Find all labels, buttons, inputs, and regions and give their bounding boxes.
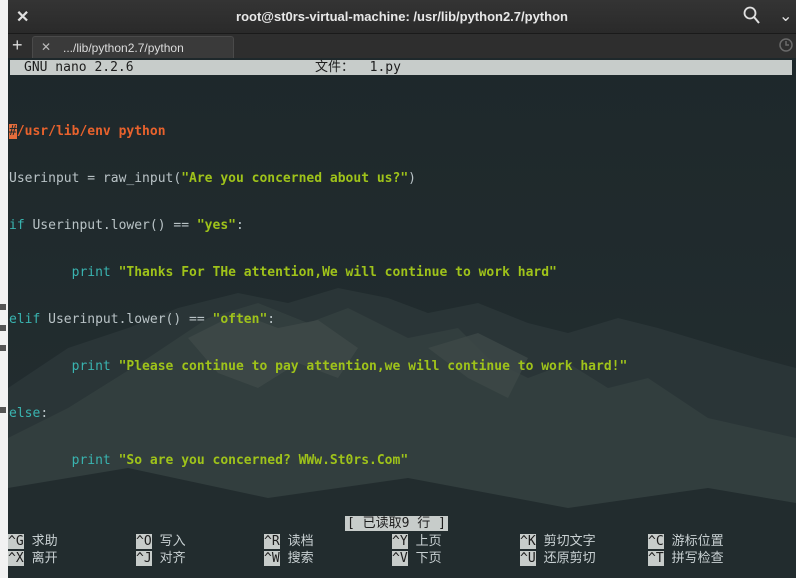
- code-token: Userinput.lower() ==: [40, 312, 213, 327]
- code-line: if Userinput.lower() == "yes":: [9, 217, 627, 234]
- shortcut-label: 读档: [287, 534, 314, 549]
- code-keyword: print: [9, 453, 119, 468]
- desktop-edge-mark: [0, 325, 6, 331]
- shortcut-item[interactable]: ^G 求助: [8, 533, 58, 550]
- tab-bar: + ✕ .../lib/python2.7/python: [8, 34, 796, 59]
- shortcut-label: 搜索: [287, 551, 314, 566]
- nano-version: GNU nano 2.2.6: [24, 60, 134, 75]
- code-line: #/usr/lib/env python: [9, 123, 627, 140]
- text-cursor: #: [9, 124, 17, 139]
- tab-label: .../lib/python2.7/python: [63, 41, 184, 55]
- search-icon[interactable]: [743, 6, 761, 26]
- shortcut-key: ^C: [648, 534, 664, 549]
- shortcut-label: 下页: [415, 551, 442, 566]
- code-line: print "Thanks For THe attention,We will …: [9, 264, 627, 281]
- shortcut-key: ^X: [8, 551, 24, 566]
- code-keyword: print: [9, 265, 119, 280]
- shortcut-label: 游标位置: [671, 534, 724, 549]
- shortcut-item[interactable]: ^K 剪切文字: [520, 533, 596, 550]
- shortcut-item[interactable]: ^J 对齐: [136, 550, 186, 567]
- nano-header: GNU nano 2.2.6 文件： 1.py: [10, 60, 792, 75]
- shortcut-key: ^W: [264, 551, 280, 566]
- code-token: Userinput = raw_input(: [9, 171, 182, 186]
- tab-python[interactable]: ✕ .../lib/python2.7/python: [32, 36, 234, 59]
- minimize-button[interactable]: ⌄: [779, 6, 792, 26]
- code-string: "Are you concerned about us?": [181, 171, 409, 186]
- shortcut-key: ^Y: [392, 534, 408, 549]
- code-line: print "So are you concerned? WWw.St0rs.C…: [9, 452, 627, 469]
- code-keyword: print: [9, 359, 119, 374]
- shortcut-key: ^K: [520, 534, 536, 549]
- nano-status-message: [ 已读取9 行 ]: [345, 516, 448, 531]
- code-line: Userinput = raw_input("Are you concerned…: [9, 170, 627, 187]
- shortcut-label: 求助: [31, 534, 58, 549]
- shortcut-item[interactable]: ^Y 上页: [392, 533, 442, 550]
- code-keyword: elif: [9, 312, 41, 327]
- nano-filename: 文件： 1.py: [315, 60, 401, 75]
- window-title: root@st0rs-virtual-machine: /usr/lib/pyt…: [236, 9, 568, 24]
- new-tab-button[interactable]: +: [12, 35, 23, 56]
- code-keyword: else: [9, 406, 41, 421]
- desktop-edge-mark: [0, 304, 6, 310]
- desktop-edge-mark: [0, 345, 6, 351]
- shortcut-item[interactable]: ^T 拼写检查: [648, 550, 724, 567]
- shortcut-key: ^R: [264, 534, 280, 549]
- shortcut-item[interactable]: ^O 写入: [136, 533, 186, 550]
- code-token: :: [267, 312, 276, 327]
- code-token: :: [40, 406, 49, 421]
- shortcut-item[interactable]: ^X 离开: [8, 550, 58, 567]
- shortcut-label: 还原剪切: [543, 551, 596, 566]
- desktop-edge-mark: [0, 407, 6, 413]
- shortcut-item[interactable]: ^U 还原剪切: [520, 550, 596, 567]
- code-string: "Thanks For THe attention,We will contin…: [118, 265, 557, 280]
- shortcut-item[interactable]: ^V 下页: [392, 550, 442, 567]
- shortcut-key: ^G: [8, 534, 24, 549]
- code-line: else:: [9, 405, 627, 422]
- shortcut-item[interactable]: ^R 读档: [264, 533, 314, 550]
- code-line: print "Please continue to pay attention,…: [9, 358, 628, 375]
- code-token: /usr/lib/env python: [16, 124, 166, 139]
- shortcut-label: 拼写检查: [671, 551, 724, 566]
- title-bar[interactable]: ✕ root@st0rs-virtual-machine: /usr/lib/p…: [8, 0, 796, 34]
- code-string: "often": [212, 312, 268, 327]
- shortcut-key: ^J: [136, 551, 152, 566]
- shortcut-key: ^O: [136, 534, 152, 549]
- shortcut-label: 上页: [415, 534, 442, 549]
- shortcut-key: ^T: [648, 551, 664, 566]
- code-string: "yes": [196, 218, 236, 233]
- code-keyword: if: [9, 218, 25, 233]
- shortcut-label: 对齐: [159, 551, 186, 566]
- shortcut-label: 剪切文字: [543, 534, 596, 549]
- code-token: ): [408, 171, 416, 186]
- shortcut-label: 离开: [31, 551, 58, 566]
- terminal-area[interactable]: GNU nano 2.2.6 文件： 1.py #/usr/lib/env py…: [8, 58, 796, 578]
- code-string: "Please continue to pay attention,we wil…: [118, 359, 628, 374]
- shortcut-item[interactable]: ^W 搜索: [264, 550, 314, 567]
- shortcut-key: ^V: [392, 551, 408, 566]
- code-line: elif Userinput.lower() == "often":: [9, 311, 627, 328]
- code-string: "So are you concerned? WWw.St0rs.Com": [118, 453, 409, 468]
- shortcut-key: ^U: [520, 551, 536, 566]
- code-token: :: [235, 218, 244, 233]
- tab-close-button[interactable]: ✕: [41, 40, 51, 54]
- terminal-window: ✕ root@st0rs-virtual-machine: /usr/lib/p…: [8, 0, 796, 578]
- code-editor[interactable]: #/usr/lib/env python Userinput = raw_inp…: [9, 93, 627, 499]
- nano-shortcut-bar: ^G 求助 ^X 离开 ^O 写入 ^J 对齐 ^R 读档 ^W 搜索 ^Y 上页 ^V 下页 …: [8, 533, 796, 573]
- shortcut-label: 写入: [159, 534, 186, 549]
- history-icon[interactable]: [778, 37, 794, 53]
- code-token: Userinput.lower() ==: [24, 218, 197, 233]
- shortcut-item[interactable]: ^C 游标位置: [648, 533, 724, 550]
